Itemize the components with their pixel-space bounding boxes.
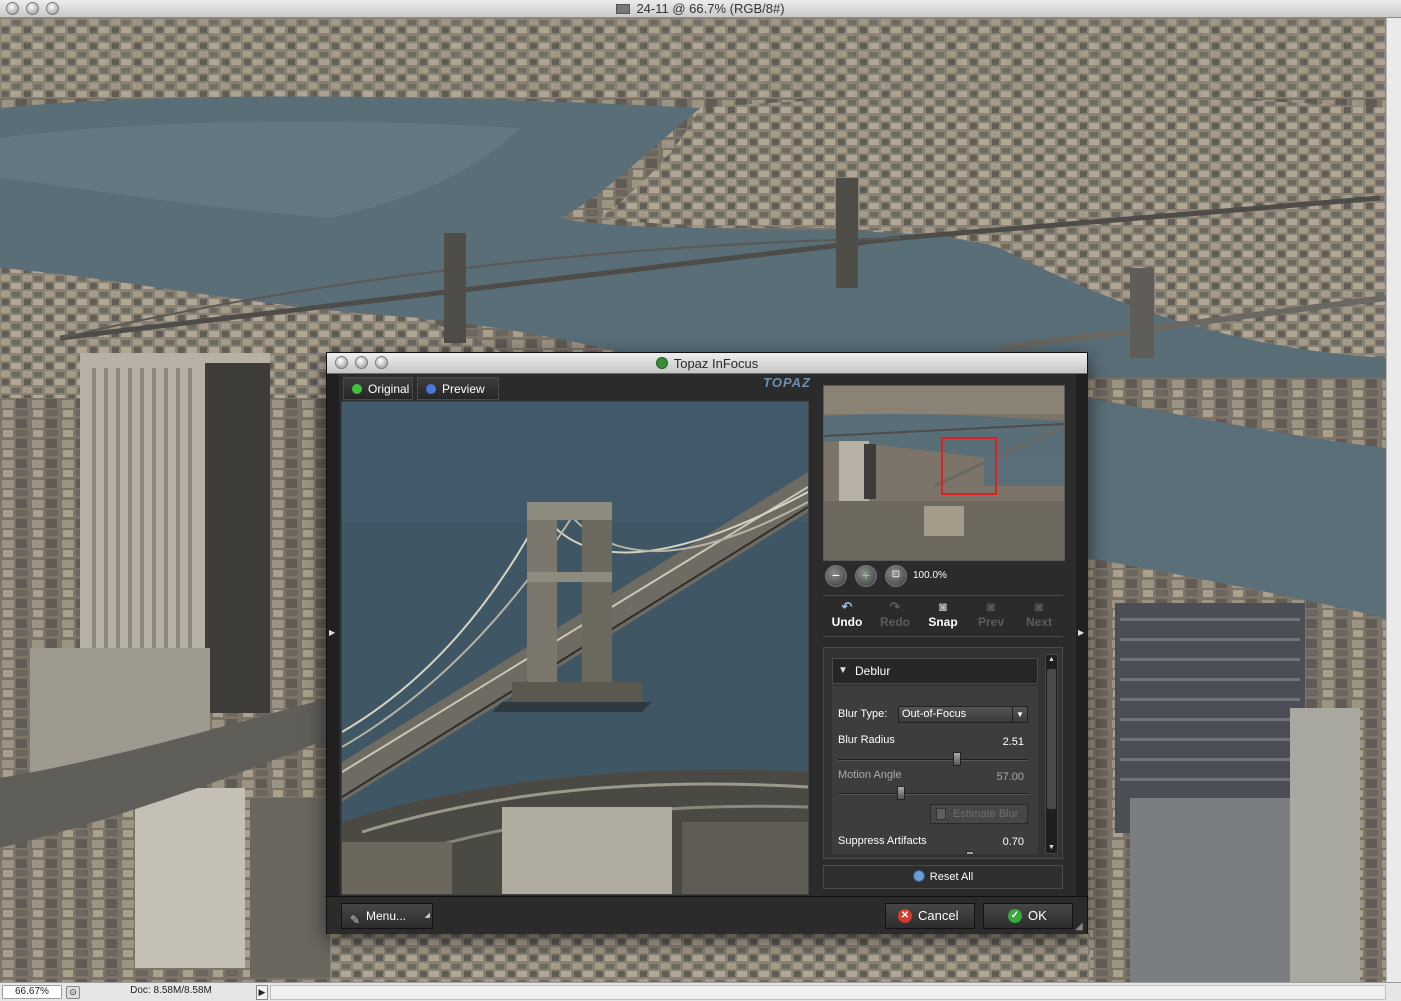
redo-button[interactable]: ↷ Redo (873, 599, 917, 630)
zoom-fit-button[interactable]: ⊡ (885, 565, 907, 587)
deblur-section: Blur Type: Out-of-Focus ▼ Blur Radius 2.… (832, 686, 1038, 854)
green-dot-icon (352, 384, 362, 394)
checkmark-icon: ✓ (1008, 909, 1022, 923)
reset-all-button[interactable]: Reset All (823, 865, 1063, 889)
menu-button[interactable]: ✎ Menu... ◢ (341, 903, 433, 929)
left-panel-toggle[interactable]: ▶ (327, 374, 339, 896)
infocus-dialog: Topaz InFocus ▶ ▶ Original Preview TOPAZ (326, 352, 1088, 934)
estimate-icon (936, 808, 946, 820)
cancel-button[interactable]: ✕ Cancel (885, 903, 975, 929)
blur-radius-slider[interactable] (838, 759, 1028, 761)
suppress-artifacts-value: 0.70 (1002, 836, 1024, 848)
undo-icon: ↶ (841, 599, 853, 614)
zoom-level: 100.0% (913, 570, 947, 581)
right-panel-toggle[interactable]: ▶ (1076, 374, 1088, 896)
document-info: Doc: 8.58M/8.58M (130, 985, 212, 996)
redo-icon: ↷ (889, 599, 901, 614)
dialog-titlebar: Topaz InFocus (327, 353, 1087, 374)
prev-button[interactable]: ◙ Prev (969, 599, 1013, 630)
zoom-out-button[interactable]: − (825, 565, 847, 587)
expand-left-icon: ▶ (329, 628, 336, 637)
history-toolbar: ↶ Undo ↷ Redo ◙ Snap ◙ Prev ◙ Next (823, 595, 1063, 637)
status-bar: 66.67% ⊙ Doc: 8.58M/8.58M ▶ (0, 982, 1401, 1001)
next-icon: ◙ (1035, 599, 1043, 614)
prev-icon: ◙ (987, 599, 995, 614)
horizontal-scrollbar[interactable] (270, 985, 1386, 1000)
expand-right-icon: ▶ (1078, 628, 1085, 637)
blur-type-select[interactable]: Out-of-Focus ▼ (898, 706, 1028, 723)
motion-angle-slider[interactable] (838, 793, 1028, 795)
estimate-blur-button[interactable]: Estimate Blur (930, 804, 1028, 824)
preview-image[interactable] (341, 401, 809, 895)
undo-button[interactable]: ↶ Undo (825, 599, 869, 630)
motion-angle-label: Motion Angle (838, 769, 902, 781)
dropdown-corner-icon: ◢ (424, 912, 430, 919)
wrench-icon: ✎ (350, 913, 361, 927)
settings-scroll-area: ▼ Deblur Blur Type: Out-of-Focus ▼ Blur … (832, 654, 1038, 854)
blur-radius-slider-thumb[interactable] (953, 752, 961, 766)
scroll-thumb[interactable] (1047, 669, 1056, 809)
blur-radius-label: Blur Radius (838, 734, 895, 746)
chevron-down-icon: ▼ (1012, 707, 1027, 722)
suppress-artifacts-label: Suppress Artifacts (838, 835, 927, 847)
blue-dot-icon (426, 384, 436, 394)
blur-type-label: Blur Type: (838, 708, 888, 720)
document-titlebar: 24-11 @ 66.7% (RGB/8#) (0, 0, 1401, 18)
snap-button[interactable]: ◙ Snap (921, 599, 965, 630)
status-menu-arrow-icon[interactable]: ▶ (256, 985, 268, 1000)
zoom-controls: − + ⊡ 100.0% (823, 564, 1065, 588)
motion-angle-slider-thumb[interactable] (897, 786, 905, 800)
motion-angle-value: 57.00 (996, 771, 1024, 783)
cancel-icon: ✕ (898, 909, 912, 923)
navigator-thumbnail[interactable] (823, 385, 1065, 561)
topaz-brand-logo: TOPAZ (763, 375, 811, 390)
topaz-logo-icon (655, 357, 668, 369)
next-button[interactable]: ◙ Next (1017, 599, 1061, 630)
reset-icon (912, 870, 925, 882)
tab-preview[interactable]: Preview (417, 377, 499, 400)
camera-icon: ◙ (939, 599, 947, 614)
scroll-down-icon[interactable]: ▼ (1046, 843, 1057, 853)
navigator-photo (824, 386, 1064, 560)
dialog-title: Topaz InFocus (327, 356, 1087, 371)
deblur-section-header[interactable]: ▼ Deblur (832, 658, 1038, 684)
suppress-artifacts-slider-thumb[interactable] (966, 851, 974, 854)
resize-grip-icon[interactable]: ◢ (1075, 921, 1087, 933)
zoom-in-button[interactable]: + (855, 565, 877, 587)
ok-button[interactable]: ✓ OK (983, 903, 1073, 929)
blur-radius-value: 2.51 (1002, 736, 1024, 748)
status-info-icon[interactable]: ⊙ (66, 986, 80, 999)
collapse-triangle-icon: ▼ (838, 665, 848, 676)
settings-scrollbar[interactable]: ▲ ▼ (1045, 654, 1058, 854)
document-title: 24-11 @ 66.7% (RGB/8#) (0, 1, 1401, 16)
tab-original[interactable]: Original (343, 377, 413, 400)
vertical-scrollbar[interactable] (1386, 18, 1401, 982)
bridge-closeup-photo (342, 402, 808, 894)
scroll-up-icon[interactable]: ▲ (1046, 655, 1057, 665)
dialog-bottom-bar: ✎ Menu... ◢ ✕ Cancel ✓ OK (327, 896, 1087, 934)
zoom-field[interactable]: 66.67% (2, 985, 62, 999)
document-icon (616, 4, 631, 14)
view-tabs: Original Preview (341, 377, 811, 401)
settings-panel: ▼ Deblur Blur Type: Out-of-Focus ▼ Blur … (823, 647, 1063, 859)
